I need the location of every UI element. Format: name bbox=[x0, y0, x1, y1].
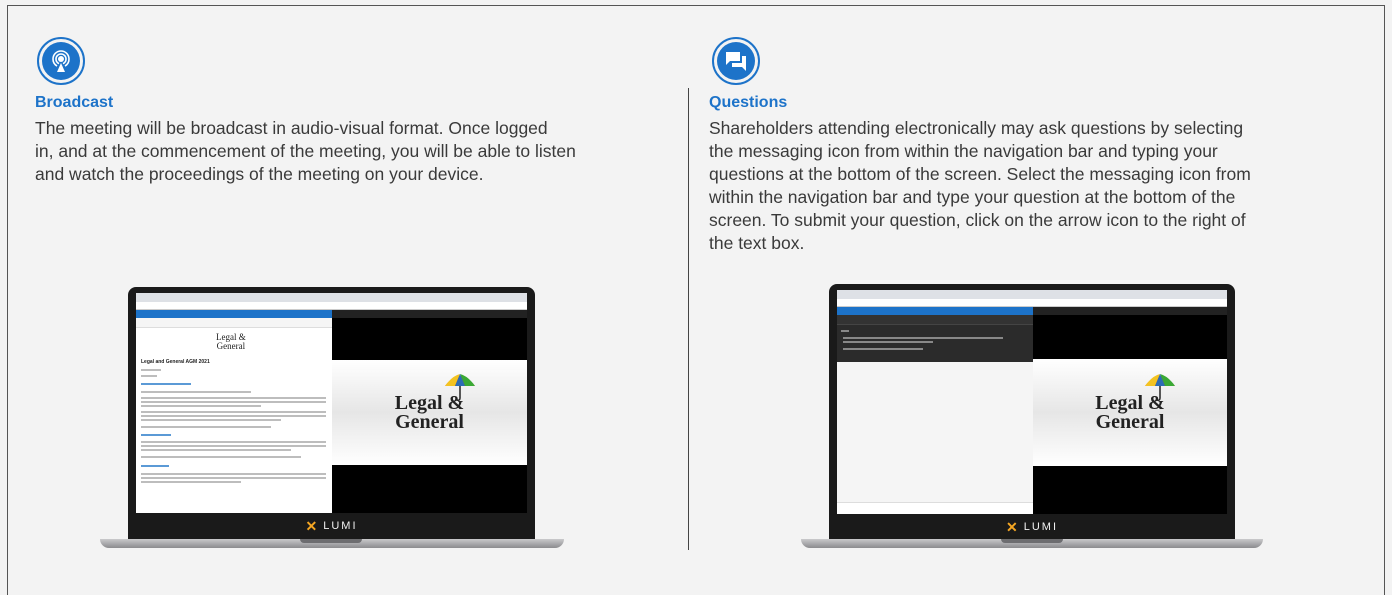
broadcast-line: and watch the proceedings of the meeting… bbox=[35, 164, 484, 184]
broadcast-icon bbox=[37, 37, 85, 85]
company-logo: Legal & General bbox=[1095, 373, 1176, 432]
questions-line: within the navigation bar and type your … bbox=[709, 187, 1236, 207]
umbrella-icon bbox=[1145, 373, 1176, 401]
questions-line: questions at the bottom of the screen. S… bbox=[709, 164, 1251, 184]
umbrella-icon bbox=[444, 373, 475, 401]
company-logo-small: Legal & General bbox=[216, 332, 246, 351]
meeting-heading: Legal and General AGM 2021 bbox=[141, 359, 210, 365]
lumi-logo: ✕ LUMI bbox=[305, 517, 358, 534]
questions-description: Shareholders attending electronically ma… bbox=[709, 117, 1379, 255]
questions-line: screen. To submit your question, click o… bbox=[709, 210, 1246, 230]
column-divider bbox=[688, 88, 689, 550]
questions-line: the text box. bbox=[709, 233, 805, 253]
broadcast-line: in, and at the commencement of the meeti… bbox=[35, 141, 576, 161]
questions-line: Shareholders attending electronically ma… bbox=[709, 118, 1244, 138]
broadcast-description: The meeting will be broadcast in audio-v… bbox=[35, 117, 675, 186]
broadcast-title: Broadcast bbox=[35, 94, 114, 111]
message-icon bbox=[712, 37, 760, 85]
company-logo: Legal & General bbox=[395, 373, 475, 432]
questions-line: the messaging icon from within the navig… bbox=[709, 141, 1218, 161]
questions-title: Questions bbox=[709, 94, 788, 111]
broadcast-line: The meeting will be broadcast in audio-v… bbox=[35, 118, 548, 138]
lumi-logo: ✕ LUMI bbox=[1005, 518, 1058, 535]
